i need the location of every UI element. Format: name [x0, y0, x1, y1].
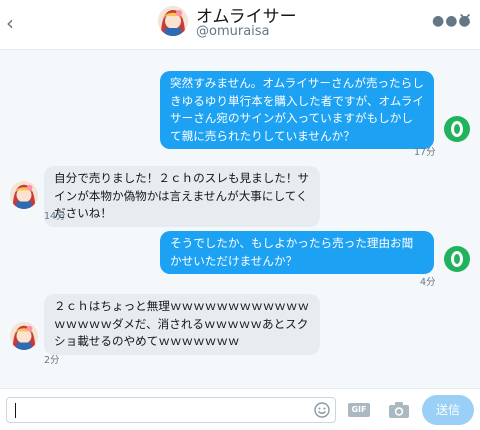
message-timestamp: 14分 [44, 211, 66, 222]
message-composer: GIF 送信 [0, 388, 480, 430]
message-text: 突然すみません。オムライサーさんが売ったらしきゆるゆり単行本を購入した者ですが、… [170, 76, 424, 143]
gif-button[interactable]: GIF [348, 403, 370, 417]
contact-handle: @omuraisa [196, 24, 270, 39]
back-chevron-icon[interactable]: ‹ [6, 12, 24, 34]
message-text: ２ｃｈはちょっと無理ｗｗｗｗｗｗｗｗｗｗｗｗｗｗｗｗｗダメだ、消されるｗｗｗｗｗ… [54, 299, 310, 349]
message-bubble-sent[interactable]: 突然すみません。オムライサーさんが売ったらしきゆるゆり単行本を購入した者ですが、… [160, 71, 434, 150]
send-button[interactable]: 送信 [422, 395, 474, 425]
message-timestamp: 2分 [44, 355, 60, 366]
close-icon[interactable]: ✕ [458, 11, 472, 29]
user-avatar[interactable] [444, 116, 470, 142]
contact-avatar[interactable] [158, 6, 188, 36]
user-avatar[interactable] [444, 246, 470, 272]
message-timestamp: 17分 [414, 147, 436, 158]
message-bubble-received[interactable]: 自分で売りました！２ｃｈのスレも見ました！サインが本物か偽物かは言えませんが大事… [44, 166, 320, 227]
message-input[interactable] [6, 397, 336, 423]
message-text: そうでしたか、もしよかったら売った理由お聞かせいただけませんか？ [170, 236, 414, 268]
emoji-icon[interactable] [314, 402, 330, 418]
message-bubble-received[interactable]: ２ｃｈはちょっと無理ｗｗｗｗｗｗｗｗｗｗｗｗｗｗｗｗｗダメだ、消されるｗｗｗｗｗ… [44, 294, 320, 355]
text-caret [15, 403, 16, 418]
contact-avatar-small[interactable] [10, 181, 38, 209]
contact-avatar-small[interactable] [10, 322, 38, 350]
conversation-header: ‹ オムライサー @omuraisa ●●● ✕ [0, 0, 480, 50]
message-bubble-sent[interactable]: そうでしたか、もしよかったら売った理由お聞かせいただけませんか？ [160, 231, 434, 275]
message-text: 自分で売りました！２ｃｈのスレも見ました！サインが本物か偽物かは言えませんが大事… [54, 171, 310, 221]
camera-icon[interactable] [388, 401, 410, 419]
message-timestamp: 4分 [420, 277, 436, 288]
